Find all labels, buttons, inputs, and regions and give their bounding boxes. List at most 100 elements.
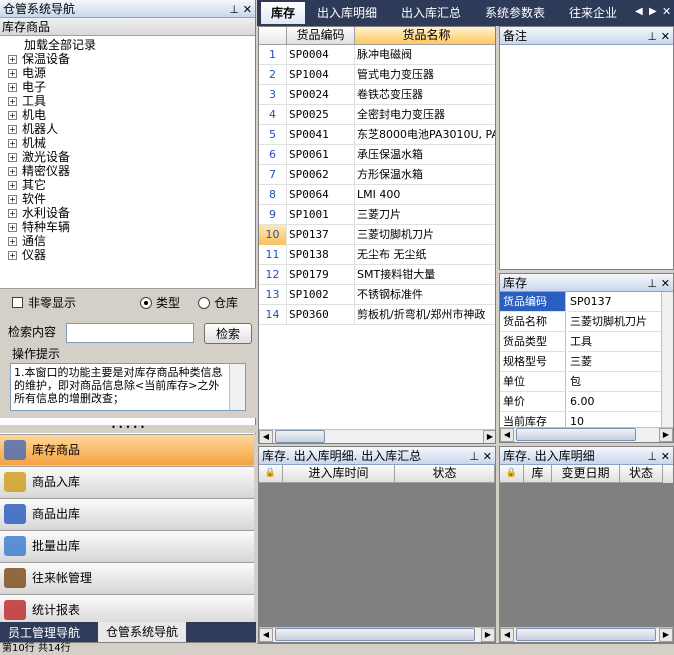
io-summary-hscrollbar[interactable]: ◀ ▶ [259,627,495,642]
io-detail-scroll-thumb[interactable] [516,628,656,641]
scroll-right-icon[interactable]: ▶ [483,430,495,443]
table-row[interactable]: 14 SP0360 剪板机/折弯机/郑州市神政 [259,305,495,325]
tab-scroll-left-icon[interactable]: ◀ [635,6,643,17]
prop-scroll-right-icon[interactable]: ▶ [659,428,673,442]
table-row[interactable]: 9 SP1001 三菱刀片 [259,205,495,225]
expand-icon[interactable]: + [8,153,17,162]
io-detail-pin-icon[interactable]: ⊥ [647,448,657,466]
cell-name[interactable]: 不锈钢标准件 [357,285,495,305]
tree-item[interactable]: + 水利设备 [8,206,255,220]
table-row[interactable]: 6 SP0061 承压保温水箱 [259,145,495,165]
tree-item[interactable]: + 机电 [8,108,255,122]
nav-button[interactable]: 库存商品 [0,434,254,465]
io-detail-scroll-left-icon[interactable]: ◀ [500,628,514,642]
property-value[interactable]: 工具 [568,332,662,352]
search-input[interactable] [66,323,194,343]
tree-item[interactable]: + 电源 [8,66,255,80]
io-summary-close-icon[interactable]: ✕ [483,448,492,466]
cell-name[interactable]: 三菱切脚机刀片 [357,225,495,245]
remarks-pin-icon[interactable]: ⊥ [647,28,657,46]
tab-io-summary[interactable]: 出入库汇总 [391,2,471,24]
table-row[interactable]: 13 SP1002 不锈钢标准件 [259,285,495,305]
cell-name[interactable]: 剪板机/折弯机/郑州市神政 [357,305,495,325]
expand-icon[interactable]: + [8,167,17,176]
tab-io-detail[interactable]: 出入库明细 [307,2,387,24]
pin-icon[interactable]: ⊥ [229,1,239,19]
cell-name[interactable]: 卷铁芯变压器 [357,85,495,105]
table-row[interactable]: 7 SP0062 方形保温水箱 [259,165,495,185]
property-row[interactable]: 货品类型 工具 [500,332,662,352]
cell-code[interactable]: SP0041 [289,125,355,145]
tree-item[interactable]: + 机械 [8,136,255,150]
scroll-left-icon[interactable]: ◀ [259,430,273,443]
tips-textarea[interactable]: 1.本窗口的功能主要是对库存商品种类信息的维护，即对商品信息除<当前库存>之外所… [10,363,246,411]
tab-system-params[interactable]: 系统参数表 [475,2,555,24]
io-summary-header-status[interactable]: 状态 [395,465,495,483]
tree-item[interactable]: + 电子 [8,80,255,94]
search-button[interactable]: 检索 [204,323,252,344]
remarks-textarea[interactable] [500,45,673,269]
cell-name[interactable]: 方形保温水箱 [357,165,495,185]
cell-name[interactable]: 管式电力变压器 [357,65,495,85]
table-row[interactable]: 10 SP0137 三菱切脚机刀片 [259,225,495,245]
io-summary-header-time[interactable]: 进入库时间 [283,465,395,483]
nav-button[interactable]: 商品出库 [0,498,254,529]
stock-close-icon[interactable]: ✕ [661,275,670,293]
io-detail-header-warehouse[interactable]: 库 [524,465,552,483]
io-detail-scroll-right-icon[interactable]: ▶ [659,628,673,642]
prop-vscrollbar[interactable] [661,292,673,428]
cell-code[interactable]: SP1002 [289,285,355,305]
prop-scroll-thumb[interactable] [516,428,636,441]
cell-name[interactable]: 东芝8000电池PA3010U, PA2 [357,125,495,145]
cell-code[interactable]: SP1001 [289,205,355,225]
tab-warehouse-nav[interactable]: 仓管系统导航 [98,622,187,642]
expand-icon[interactable]: + [8,139,17,148]
tab-stock[interactable]: 库存 [261,2,306,24]
stock-pin-icon[interactable]: ⊥ [647,275,657,293]
cell-code[interactable]: SP0025 [289,105,355,125]
tree-item[interactable]: + 精密仪器 [8,164,255,178]
io-summary-pin-icon[interactable]: ⊥ [469,448,479,466]
property-value[interactable]: 包 [568,372,662,392]
cell-name[interactable]: 全密封电力变压器 [357,105,495,125]
expand-icon[interactable]: + [8,195,17,204]
cell-code[interactable]: SP0179 [289,265,355,285]
table-row[interactable]: 3 SP0024 卷铁芯变压器 [259,85,495,105]
table-row[interactable]: 2 SP1004 管式电力变压器 [259,65,495,85]
expand-icon[interactable]: + [8,237,17,246]
io-summary-scroll-thumb[interactable] [275,628,475,641]
cell-name[interactable]: 承压保温水箱 [357,145,495,165]
io-summary-scroll-right-icon[interactable]: ▶ [481,628,495,642]
table-row[interactable]: 4 SP0025 全密封电力变压器 [259,105,495,125]
expand-icon[interactable]: + [8,111,17,120]
scroll-thumb[interactable] [275,430,325,443]
nav-button[interactable]: 批量出库 [0,530,254,561]
property-value[interactable]: 6.00 [568,392,662,412]
cell-name[interactable]: SMT接料钳大量 [357,265,495,285]
property-row[interactable]: 规格型号 三菱 [500,352,662,372]
tab-partners[interactable]: 往来企业 [559,2,627,24]
cell-code[interactable]: SP0137 [289,225,355,245]
property-row[interactable]: 货品编码 SP0137 [500,292,662,312]
property-value[interactable]: 三菱切脚机刀片 [568,312,662,332]
property-row[interactable]: 单位包 [500,372,662,392]
io-detail-hscrollbar[interactable]: ◀ ▶ [500,627,673,642]
nav-button[interactable]: 商品入库 [0,466,254,497]
tab-scroll-right-icon[interactable]: ▶ [649,6,657,17]
cell-name[interactable]: LMI 400 [357,185,495,205]
prop-hscrollbar[interactable]: ◀ ▶ [500,427,673,442]
tab-employee-nav[interactable]: 员工管理导航 [8,624,80,641]
expand-icon[interactable]: + [8,209,17,218]
tree-item[interactable]: + 软件 [8,192,255,206]
tree-item[interactable]: + 工具 [8,94,255,108]
property-row[interactable]: 货品名称 三菱切脚机刀片 [500,312,662,332]
expand-icon[interactable]: + [8,55,17,64]
cell-name[interactable]: 脉冲电磁阀 [357,45,495,65]
tips-scrollbar[interactable] [229,364,245,410]
property-value[interactable]: SP0137 [568,292,662,312]
nav-button[interactable]: 往来帐管理 [0,562,254,593]
cell-code[interactable]: SP0360 [289,305,355,325]
io-detail-header-date[interactable]: 变更日期 [552,465,620,483]
cell-code[interactable]: SP0138 [289,245,355,265]
type-radio[interactable] [140,297,152,309]
